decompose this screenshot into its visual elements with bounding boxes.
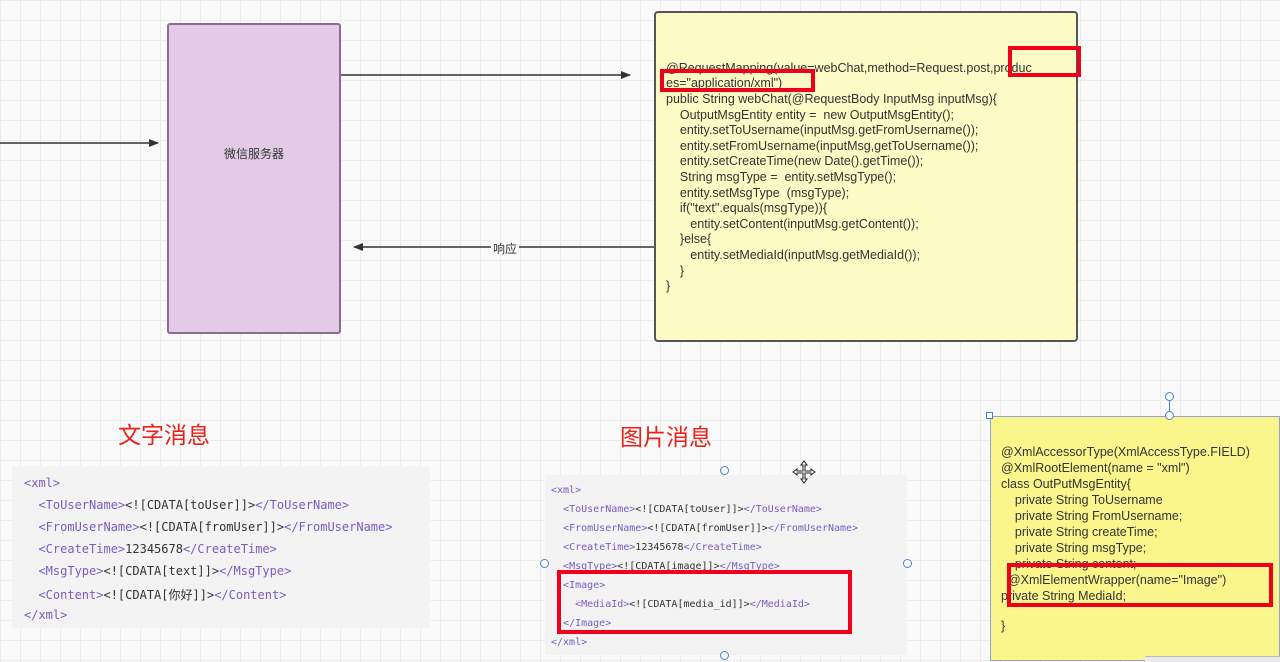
code-line: }else{ [666,232,712,246]
highlight-element-wrapper [1007,563,1273,607]
code-line: entity.setCreateTime(new Date().getTime(… [666,154,924,168]
entity-line: @XmlAccessorType(XmlAccessType.FIELD) [1001,445,1250,459]
resize-handle[interactable] [720,466,729,475]
xml-line: <Content><![CDATA[你好]]></Content> [38,588,287,602]
code-line: } [666,279,671,293]
entity-line: class OutPutMsgEntity{ [1001,477,1131,491]
entity-line: private String msgType; [1001,541,1147,555]
resize-handle[interactable] [986,412,993,419]
highlight-image-block [557,570,852,634]
text-message-heading: 文字消息 [118,422,210,448]
code-line: if("text".equals(msgType)){ [666,201,828,215]
xml-line: </xml> [24,608,68,622]
scrollbar-strip [1145,656,1280,662]
xml-line: <CreateTime>12345678</CreateTime> [563,542,762,553]
code-line: String msgType = entity.setMsgType(); [666,170,897,184]
highlight-application-xml [660,69,815,92]
code-line: entity.setFromUsername(inputMsg,getToUse… [666,139,979,153]
code-line: } [666,264,685,278]
entity-line: @XmlRootElement(name = "xml") [1001,461,1190,475]
code-line: OutputMsgEntity entity = new OutputMsgEn… [666,108,954,122]
code-line: public String webChat(@RequestBody Input… [666,92,997,106]
entity-line: private String createTime; [1001,525,1158,539]
resize-handle[interactable] [720,651,729,660]
xml-line: <xml> [24,476,61,490]
resize-handle[interactable] [1165,411,1174,420]
entity-line: } [1001,619,1006,633]
code-line: entity.setMediaId(inputMsg.getMediaId())… [666,248,921,262]
rotate-handle[interactable] [1165,392,1174,401]
resize-handle[interactable] [540,559,549,568]
xml-line: <FromUserName><![CDATA[fromUser]]></From… [563,523,859,534]
image-message-heading: 图片消息 [620,424,712,450]
code-line: entity.setMsgType (msgType); [666,186,850,200]
text-message-xml: <xml> <ToUserName><![CDATA[toUser]]></To… [12,466,430,628]
xml-line: <MsgType><![CDATA[text]]></MsgType> [38,564,292,578]
resize-handle[interactable] [903,559,912,568]
code-line: entity.setContent(inputMsg.getContent())… [666,217,919,231]
response-label: 响应 [491,240,520,257]
code-line: entity.setToUsername(inputMsg.getFromUse… [666,123,979,137]
move-cursor-icon [792,460,816,484]
highlight-produces [1008,46,1081,77]
xml-line: <ToUserName><![CDATA[toUser]]></ToUserNa… [563,504,822,515]
entity-class-note[interactable]: @XmlAccessorType(XmlAccessType.FIELD) @X… [990,416,1280,661]
wechat-server-node[interactable]: 微信服务器 [167,23,341,334]
xml-line: <xml> [551,485,582,496]
xml-line: <ToUserName><![CDATA[toUser]]></ToUserNa… [38,498,350,512]
xml-line: </xml> [551,637,588,648]
server-label: 微信服务器 [223,147,284,161]
entity-line: private String FromUsername; [1001,509,1183,523]
xml-line: <FromUserName><![CDATA[fromUser]]></From… [38,520,393,534]
entity-line: private String ToUsername [1001,493,1163,507]
xml-line: <CreateTime>12345678</CreateTime> [38,542,277,556]
